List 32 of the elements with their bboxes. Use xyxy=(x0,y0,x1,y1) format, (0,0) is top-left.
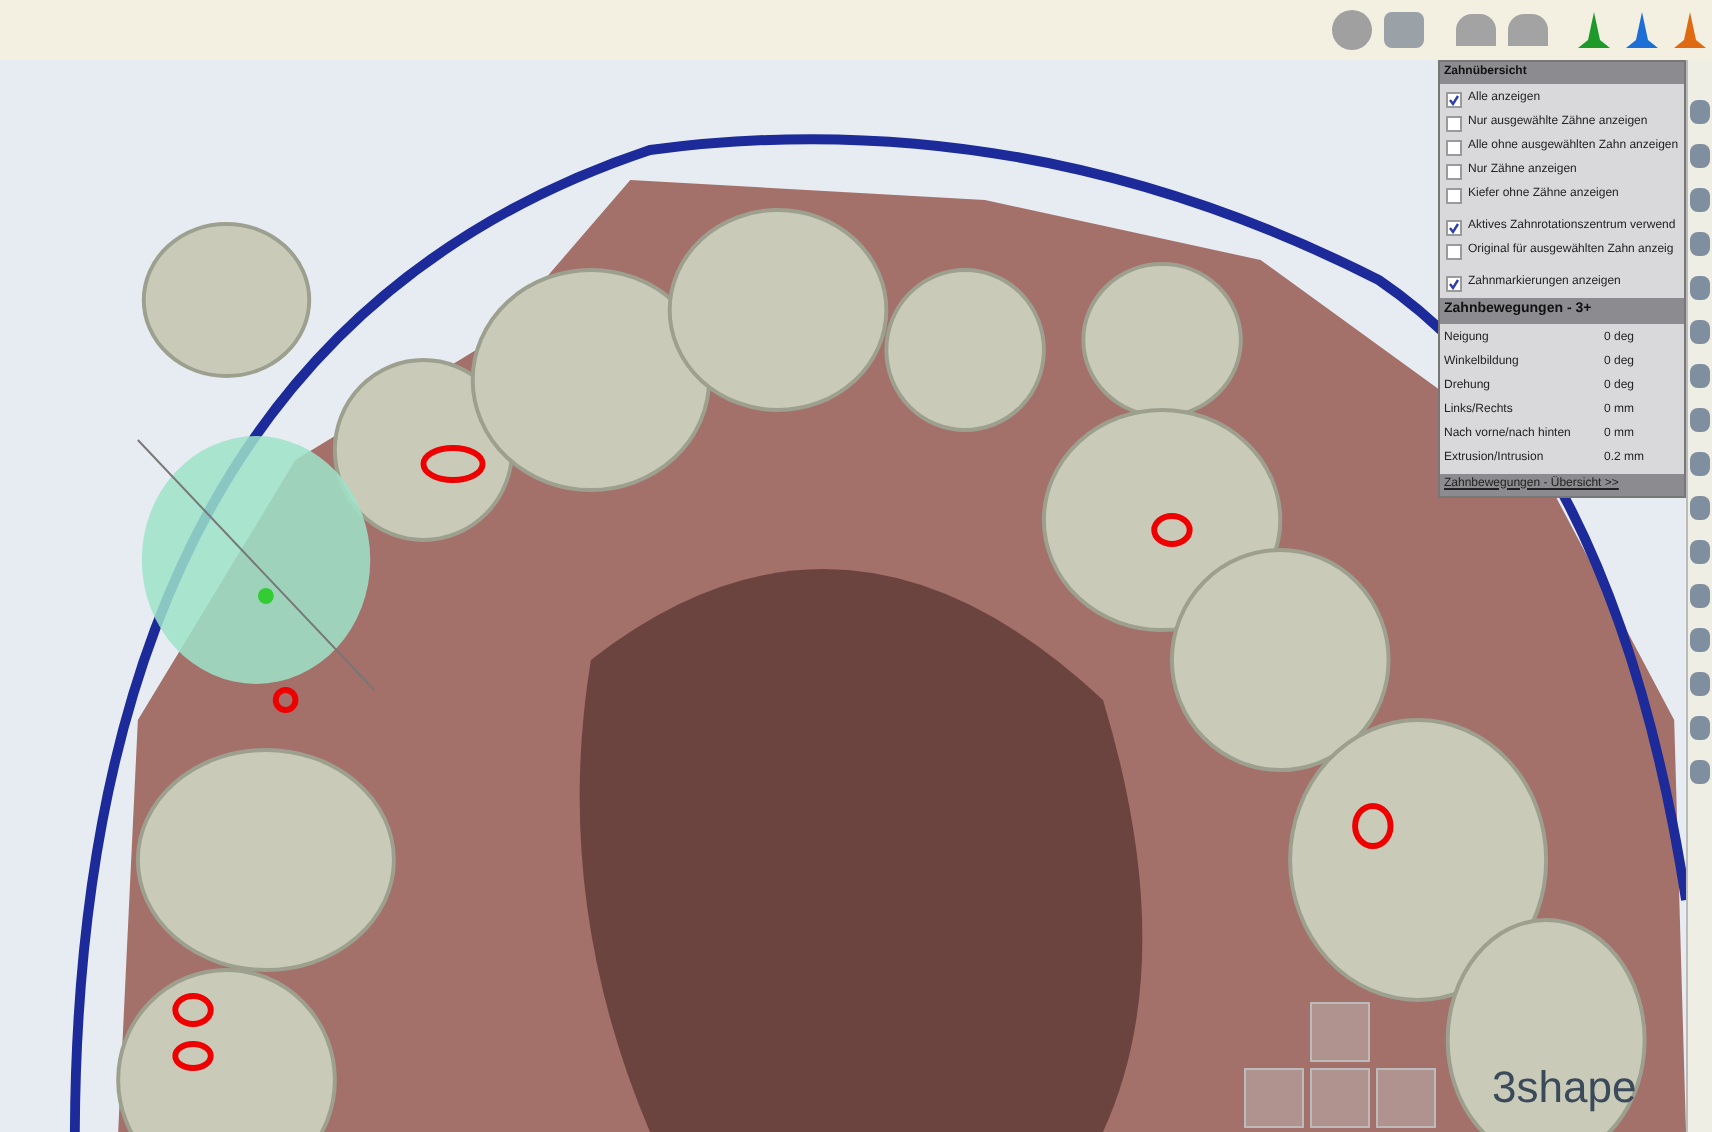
tool-icon[interactable] xyxy=(1690,276,1710,300)
check-icon xyxy=(1448,221,1460,233)
check-icon xyxy=(1448,93,1460,105)
left-view-button[interactable] xyxy=(1244,1068,1304,1128)
checkbox[interactable] xyxy=(1446,243,1462,259)
tool-icon[interactable] xyxy=(1690,760,1710,784)
check-icon xyxy=(1448,277,1460,289)
tool-icon[interactable] xyxy=(1690,584,1710,608)
tool-icon[interactable] xyxy=(1690,628,1710,652)
tool-icon[interactable] xyxy=(1690,672,1710,696)
tool-icon[interactable] xyxy=(1690,364,1710,388)
tool-icon[interactable] xyxy=(1690,452,1710,476)
checkbox[interactable] xyxy=(1446,219,1462,235)
tool-icon[interactable] xyxy=(1690,408,1710,432)
checkbox[interactable] xyxy=(1446,139,1462,155)
front-view-button[interactable] xyxy=(1310,1068,1370,1128)
tool-icon[interactable] xyxy=(1690,188,1710,212)
tool-icon[interactable] xyxy=(1690,144,1710,168)
tool-icon[interactable] xyxy=(1690,232,1710,256)
checkbox[interactable] xyxy=(1446,275,1462,291)
checkbox[interactable] xyxy=(1446,115,1462,131)
checkbox[interactable] xyxy=(1446,163,1462,179)
tool-icon[interactable] xyxy=(1690,320,1710,344)
checkbox[interactable] xyxy=(1446,187,1462,203)
logo: 3shape xyxy=(1492,1060,1637,1116)
tool-icon[interactable] xyxy=(1690,100,1710,124)
checkbox[interactable] xyxy=(1446,91,1462,107)
tool-icon[interactable] xyxy=(1690,540,1710,564)
right-view-button[interactable] xyxy=(1376,1068,1436,1128)
tool-icon[interactable] xyxy=(1690,496,1710,520)
tool-icon[interactable] xyxy=(1690,716,1710,740)
top-view-button[interactable] xyxy=(1310,1002,1370,1062)
